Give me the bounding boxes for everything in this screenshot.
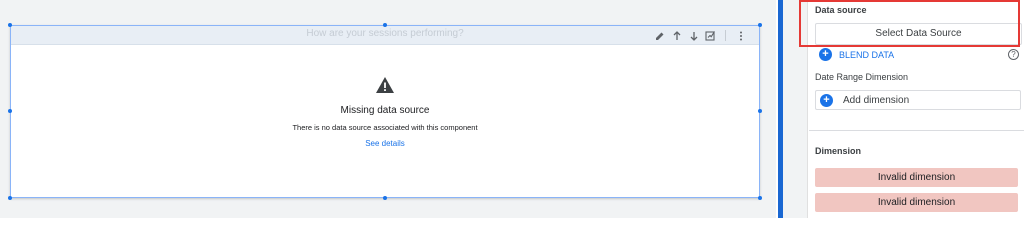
date-range-dimension-label: Date Range Dimension <box>815 72 909 82</box>
add-dimension-label: Add dimension <box>843 95 910 106</box>
see-details-link[interactable]: See details <box>365 138 405 149</box>
chart-header: How are your sessions performing? <box>11 26 759 45</box>
resize-handle-right[interactable] <box>758 109 762 113</box>
chart-actions <box>651 28 749 43</box>
missing-data-title: Missing data source <box>340 105 430 116</box>
arrow-up-icon[interactable] <box>668 28 685 43</box>
dimension-label: Dimension <box>815 146 862 156</box>
resize-handle-bottom-left[interactable] <box>8 196 12 200</box>
resize-handle-bottom-right[interactable] <box>758 196 762 200</box>
blend-data-button[interactable]: BLEND DATA <box>839 50 894 60</box>
help-icon[interactable]: ? <box>1008 49 1019 60</box>
invalid-dimension-chip[interactable]: Invalid dimension <box>815 193 1018 212</box>
arrow-down-icon[interactable] <box>685 28 702 43</box>
resize-handle-top-left[interactable] <box>8 23 12 27</box>
resize-handle-top[interactable] <box>383 23 387 27</box>
blend-add-icon[interactable]: + <box>819 48 832 61</box>
data-source-highlight-box <box>799 0 1020 47</box>
report-canvas: How are your sessions performing? Missin… <box>0 0 776 218</box>
chart-title: How are your sessions performing? <box>306 28 464 39</box>
resize-handle-bottom[interactable] <box>383 196 387 200</box>
warning-icon <box>376 77 394 93</box>
missing-data-message: There is no data source associated with … <box>292 123 478 132</box>
chart-component[interactable]: How are your sessions performing? Missin… <box>8 23 762 200</box>
invalid-dimension-chip[interactable]: Invalid dimension <box>815 168 1018 187</box>
more-vert-icon[interactable] <box>732 28 749 43</box>
resize-handle-top-right[interactable] <box>758 23 762 27</box>
add-dimension-icon: + <box>820 94 833 107</box>
edit-icon[interactable] <box>651 28 668 43</box>
add-date-range-dimension-button[interactable]: + Add dimension <box>815 90 1021 110</box>
missing-data-state: Missing data source There is no data sou… <box>11 76 759 151</box>
explore-chart-icon[interactable] <box>702 28 719 43</box>
actions-divider <box>725 30 726 41</box>
resize-handle-left[interactable] <box>8 109 12 113</box>
panel-section-divider <box>809 130 1024 131</box>
blend-data-row: + BLEND DATA ? <box>819 47 1019 63</box>
